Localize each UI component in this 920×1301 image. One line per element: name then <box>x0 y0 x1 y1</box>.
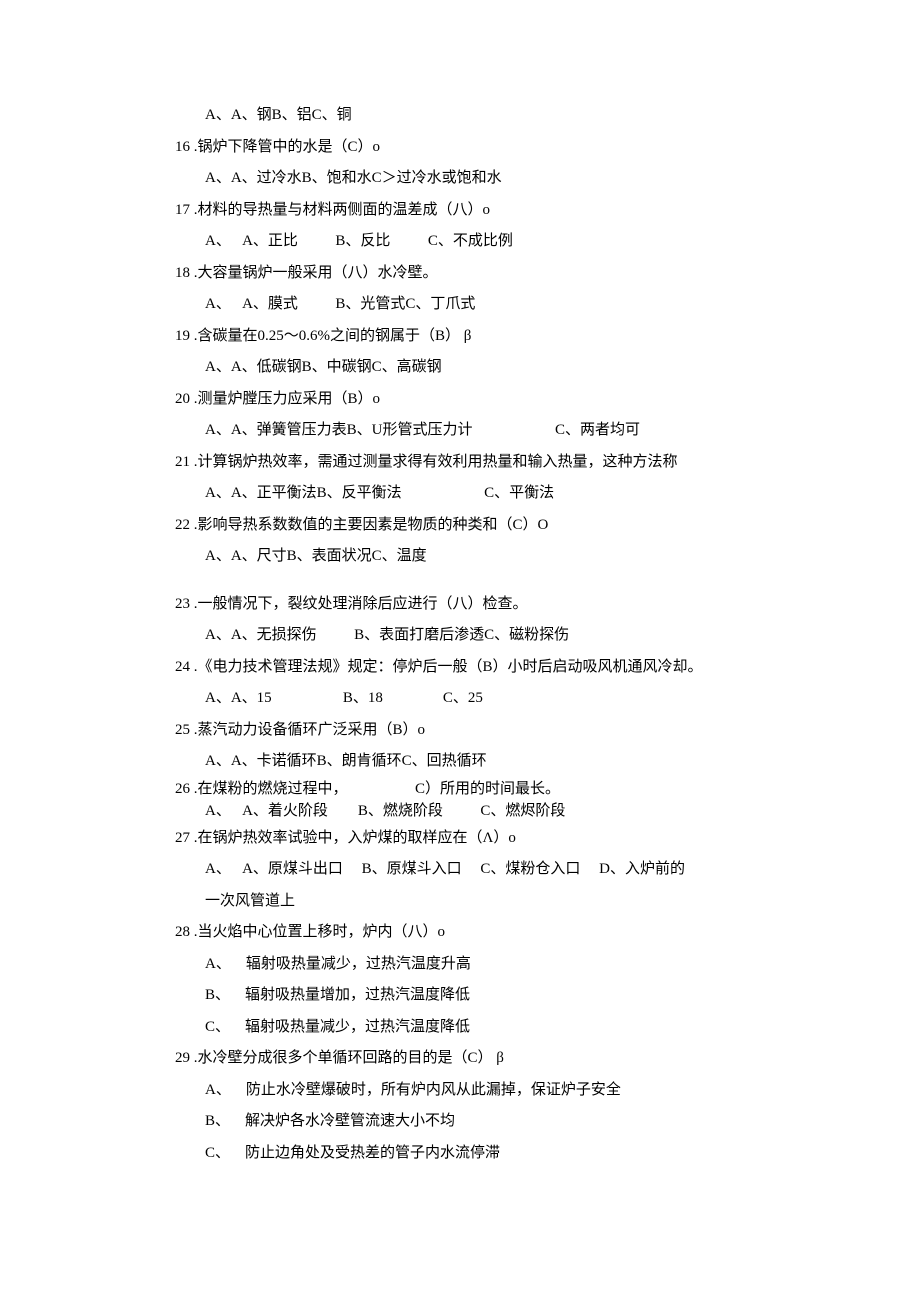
question-text: .锅炉下降管中的水是（C）o <box>194 139 380 155</box>
question-text: .蒸汽动力设备循环广泛采用（B）o <box>194 722 425 738</box>
question-number: 19 <box>175 328 194 344</box>
question-line: 18 .大容量锅炉一般采用（八）水冷壁。 <box>175 258 860 290</box>
question-number: 28 <box>175 924 194 940</box>
option-line: A、 A、原煤斗出口 B、原煤斗入口 C、煤粉仓入口 D、入炉前的 <box>175 854 860 886</box>
question-text: .水冷壁分成很多个单循环回路的目的是（C） β <box>194 1050 504 1066</box>
question-number: 20 <box>175 391 194 407</box>
question-number: 29 <box>175 1050 194 1066</box>
question-text: .影响导热系数数值的主要因素是物质的种类和（C）O <box>194 517 549 533</box>
question-line: 28 .当火焰中心位置上移时，炉内（八）o <box>175 917 860 949</box>
question-text: .材料的导热量与材料两侧面的温差成（八）o <box>194 202 490 218</box>
question-text: .计算锅炉热效率，需通过测量求得有效利用热量和输入热量，这种方法称 <box>194 454 678 470</box>
question-line: 25 .蒸汽动力设备循环广泛采用（B）o <box>175 715 860 747</box>
option-line: A、 防止水冷壁爆破时，所有炉内风从此漏掉，保证炉子安全 <box>175 1075 860 1107</box>
question-text: .《电力技术管理法规》规定：停炉后一般（B）小时后启动吸风机通风冷却。 <box>194 659 703 675</box>
option-line: A、A、钢B、铝C、铜 <box>175 100 860 132</box>
option-line: A、 A、着火阶段 B、燃烧阶段 C、燃烬阶段 <box>175 800 860 823</box>
question-number: 22 <box>175 517 194 533</box>
question-text: .在煤粉的燃烧过程中， C）所用的时间最长。 <box>194 781 560 797</box>
question-line: 17 .材料的导热量与材料两侧面的温差成（八）o <box>175 195 860 227</box>
question-line: 29 .水冷壁分成很多个单循环回路的目的是（C） β <box>175 1043 860 1075</box>
option-line: A、A、卡诺循环B、朗肯循环C、回热循环 <box>175 746 860 778</box>
option-line: A、A、无损探伤 B、表面打磨后渗透C、磁粉探伤 <box>175 620 860 652</box>
question-number: 23 <box>175 596 194 612</box>
question-list: A、A、钢B、铝C、铜16 .锅炉下降管中的水是（C）oA、A、过冷水B、饱和水… <box>175 100 860 1169</box>
option-line: A、A、尺寸B、表面状况C、温度 <box>175 541 860 573</box>
question-text: .一般情况下，裂纹处理消除后应进行（八）检查。 <box>194 596 528 612</box>
question-line: 23 .一般情况下，裂纹处理消除后应进行（八）检查。 <box>175 589 860 621</box>
question-text: .含碳量在0.25～0.6%之间的钢属于（B） β <box>194 328 472 344</box>
option-line: B、 辐射吸热量增加，过热汽温度降低 <box>175 980 860 1012</box>
question-line: 21 .计算锅炉热效率，需通过测量求得有效利用热量和输入热量，这种方法称 <box>175 447 860 479</box>
question-line: 16 .锅炉下降管中的水是（C）o <box>175 132 860 164</box>
option-line: A、A、弹簧管压力表B、U形管式压力计 C、两者均可 <box>175 415 860 447</box>
document-page: A、A、钢B、铝C、铜16 .锅炉下降管中的水是（C）oA、A、过冷水B、饱和水… <box>0 0 920 1229</box>
question-line: 26 .在煤粉的燃烧过程中， C）所用的时间最长。 <box>175 778 860 801</box>
option-line: A、 A、膜式 B、光管式C、丁爪式 <box>175 289 860 321</box>
option-line: B、 解决炉各水冷壁管流速大小不均 <box>175 1106 860 1138</box>
option-line: A、 A、正比 B、反比 C、不成比例 <box>175 226 860 258</box>
question-number: 21 <box>175 454 194 470</box>
question-line: 22 .影响导热系数数值的主要因素是物质的种类和（C）O <box>175 510 860 542</box>
question-text: .大容量锅炉一般采用（八）水冷壁。 <box>194 265 438 281</box>
question-text: .当火焰中心位置上移时，炉内（八）o <box>194 924 445 940</box>
question-number: 16 <box>175 139 194 155</box>
question-number: 25 <box>175 722 194 738</box>
option-line: A、 辐射吸热量减少，过热汽温度升高 <box>175 949 860 981</box>
option-line: 一次风管道上 <box>175 886 860 918</box>
option-line: C、 防止边角处及受热差的管子内水流停滞 <box>175 1138 860 1170</box>
question-line: 20 .测量炉膛压力应采用（B）o <box>175 384 860 416</box>
option-line: A、A、低碳钢B、中碳钢C、高碳钢 <box>175 352 860 384</box>
option-line: C、 辐射吸热量减少，过热汽温度降低 <box>175 1012 860 1044</box>
question-number: 17 <box>175 202 194 218</box>
question-line: 24 .《电力技术管理法规》规定：停炉后一般（B）小时后启动吸风机通风冷却。 <box>175 652 860 684</box>
question-text: .在锅炉热效率试验中，入炉煤的取样应在（Λ）o <box>194 830 516 846</box>
question-line: 19 .含碳量在0.25～0.6%之间的钢属于（B） β <box>175 321 860 353</box>
question-number: 26 <box>175 781 194 797</box>
question-line: 27 .在锅炉热效率试验中，入炉煤的取样应在（Λ）o <box>175 823 860 855</box>
option-line: A、A、正平衡法B、反平衡法 C、平衡法 <box>175 478 860 510</box>
option-line: A、A、过冷水B、饱和水C＞过冷水或饱和水 <box>175 163 860 195</box>
question-number: 18 <box>175 265 194 281</box>
question-number: 27 <box>175 830 194 846</box>
question-number: 24 <box>175 659 194 675</box>
question-text: .测量炉膛压力应采用（B）o <box>194 391 380 407</box>
option-line: A、A、15 B、18 C、25 <box>175 683 860 715</box>
